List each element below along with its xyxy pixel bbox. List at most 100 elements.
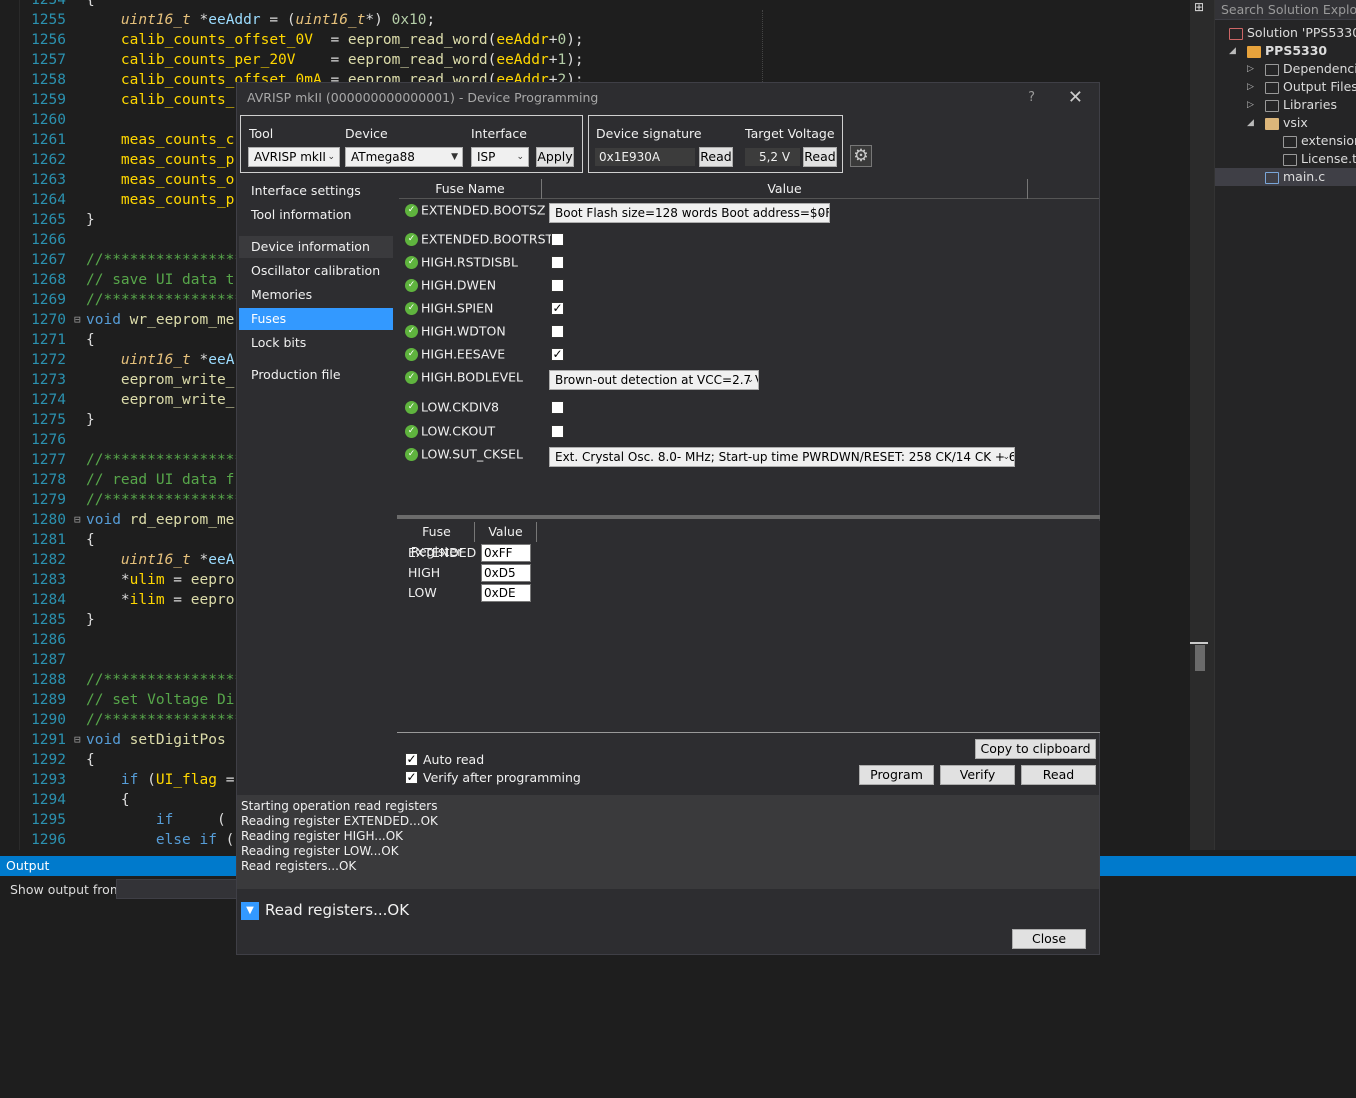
fuse-checkbox[interactable]: ✓	[551, 302, 564, 315]
help-icon[interactable]: ?	[1028, 83, 1035, 113]
nav-item-fuses[interactable]: Fuses	[239, 308, 393, 330]
code-text: {	[86, 532, 95, 548]
nav-item-production-file[interactable]: Production file	[239, 364, 393, 386]
line-number: 1257	[31, 52, 66, 68]
tree-item[interactable]: License.txt	[1215, 150, 1356, 168]
fuse-name: HIGH.WDTON	[421, 323, 506, 339]
nav-item-interface-settings[interactable]: Interface settings	[239, 180, 393, 202]
solution-search-input[interactable]: Search Solution Explorer (	[1215, 0, 1356, 20]
auto-read-checkbox[interactable]: ✓	[405, 753, 418, 766]
tree-item[interactable]: Dependencies	[1215, 60, 1356, 78]
device-label: Device	[345, 126, 388, 141]
close-button[interactable]: Close	[1012, 929, 1086, 949]
nav-item-device-information[interactable]: Device information	[239, 236, 393, 258]
tree-item[interactable]: Output Files	[1215, 78, 1356, 96]
program-button[interactable]: Program	[859, 765, 934, 785]
dialog-title: AVRISP mkII (000000000000001) - Device P…	[237, 83, 1099, 113]
output-source-select[interactable]	[116, 879, 246, 899]
tree-item[interactable]: extension.	[1215, 132, 1356, 150]
fuse-name-column[interactable]: Fuse Name	[399, 179, 542, 199]
gear-icon[interactable]: ⚙	[850, 145, 872, 167]
code-line[interactable]: 1254 {	[0, 0, 1190, 10]
read-button[interactable]: Read	[1021, 765, 1096, 785]
fuse-name: HIGH.BODLEVEL	[421, 369, 524, 385]
tree-item[interactable]: PPS5330	[1215, 42, 1356, 60]
fuse-checkbox[interactable]	[551, 425, 564, 438]
code-text: eeprom_write_	[120, 392, 235, 408]
c-file-icon	[1265, 171, 1279, 184]
pin-icon[interactable]: ⊞	[1194, 0, 1204, 14]
fuse-checkbox[interactable]	[551, 401, 564, 414]
fuse-value-column[interactable]: Value	[542, 179, 1028, 199]
fuse-checkbox[interactable]	[551, 233, 564, 246]
collapse-arrow-icon[interactable]: ◢	[1229, 46, 1236, 56]
line-number: 1276	[31, 432, 66, 448]
panel-splitter[interactable]	[397, 515, 1100, 519]
expand-arrow-icon[interactable]: ▷	[1247, 100, 1254, 110]
nav-item-oscillator-calibration[interactable]: Oscillator calibration	[239, 260, 393, 282]
verify-button[interactable]: Verify	[940, 765, 1015, 785]
tree-item[interactable]: Solution 'PPS5330' (1	[1215, 24, 1356, 42]
editor-scrollbar[interactable]: ⊞	[1190, 0, 1214, 850]
fuse-checkbox[interactable]	[551, 256, 564, 269]
fuse-value-select[interactable]: Brown-out detection at VCC=2.7 V ⌄	[549, 370, 759, 390]
collapse-arrow-icon[interactable]: ◢	[1247, 118, 1254, 128]
close-icon[interactable]: ✕	[1068, 83, 1083, 113]
register-value-input[interactable]: 0xD5	[481, 564, 531, 582]
copy-to-clipboard-button[interactable]: Copy to clipboard	[975, 739, 1096, 759]
verify-after-programming-checkbox[interactable]: ✓	[405, 771, 418, 784]
line-number: 1266	[31, 232, 66, 248]
fuse-checkbox[interactable]: ✓	[551, 348, 564, 361]
fuse-value-select[interactable]: Boot Flash size=128 words Boot address=$…	[549, 203, 830, 223]
chevron-down-icon: ⌄	[516, 152, 524, 162]
tool-select[interactable]: AVRISP mkII ⌄	[248, 147, 340, 167]
ok-check-icon: ✓	[405, 233, 418, 246]
fuse-checkbox[interactable]	[551, 279, 564, 292]
fuse-value-select[interactable]: Ext. Crystal Osc. 8.0- MHz; Start-up tim…	[549, 447, 1015, 467]
scrollbar-thumb[interactable]	[1195, 645, 1205, 671]
fuse-checkbox[interactable]	[551, 325, 564, 338]
scrollbar-marker	[1190, 642, 1208, 644]
ok-check-icon: ✓	[405, 302, 418, 315]
apply-button[interactable]: Apply	[536, 147, 574, 167]
expand-icon[interactable]: ▼	[241, 901, 259, 920]
interface-select[interactable]: ISP ⌄	[471, 147, 529, 167]
code-text: eeprom_write_	[120, 372, 235, 388]
fold-icon[interactable]: ⊟	[74, 310, 81, 330]
code-text: *ulim = eepro	[86, 572, 235, 588]
code-text: // set Voltage Di	[86, 692, 235, 708]
line-number: 1267	[31, 252, 66, 268]
nav-item-tool-information[interactable]: Tool information	[239, 204, 393, 226]
file-icon	[1283, 135, 1297, 148]
code-text: // save UI data t	[86, 272, 235, 288]
expand-arrow-icon[interactable]: ▷	[1247, 82, 1254, 92]
tree-item[interactable]: vsix	[1215, 114, 1356, 132]
device-select[interactable]: ATmega88 ▼	[345, 147, 463, 167]
code-text: //****************	[86, 672, 244, 688]
read-signature-button[interactable]: Read	[699, 147, 733, 167]
ok-check-icon: ✓	[405, 425, 418, 438]
code-line[interactable]: 1257 calib_counts_per_20V = eeprom_read_…	[0, 50, 1190, 70]
file-icon	[1283, 153, 1297, 166]
fuse-row: ✓ EXTENDED.BOOTSZ	[405, 199, 545, 221]
device-signature-label: Device signature	[596, 126, 702, 141]
code-line[interactable]: 1255 uint16_t *eeAddr = (uint16_t*) 0x10…	[0, 10, 1190, 30]
code-line[interactable]: 1256 calib_counts_offset_0V = eeprom_rea…	[0, 30, 1190, 50]
fold-icon[interactable]: ⊟	[74, 510, 81, 530]
expand-arrow-icon[interactable]: ▷	[1247, 64, 1254, 74]
register-value-input[interactable]: 0xDE	[481, 584, 531, 602]
line-number: 1287	[31, 652, 66, 668]
line-number: 1282	[31, 552, 66, 568]
code-text: meas_counts_o	[120, 172, 235, 188]
nav-item-memories[interactable]: Memories	[239, 284, 393, 306]
tree-item[interactable]: Libraries	[1215, 96, 1356, 114]
nav-item-lock-bits[interactable]: Lock bits	[239, 332, 393, 354]
code-text: }	[86, 612, 95, 628]
ok-check-icon: ✓	[405, 448, 418, 461]
tree-item-label: Dependencies	[1283, 61, 1356, 76]
tree-item[interactable]: main.c	[1215, 168, 1356, 186]
read-voltage-button[interactable]: Read	[803, 147, 837, 167]
folder-icon	[1265, 99, 1279, 112]
register-value-input[interactable]: 0xFF	[481, 544, 531, 562]
fold-icon[interactable]: ⊟	[74, 730, 81, 750]
